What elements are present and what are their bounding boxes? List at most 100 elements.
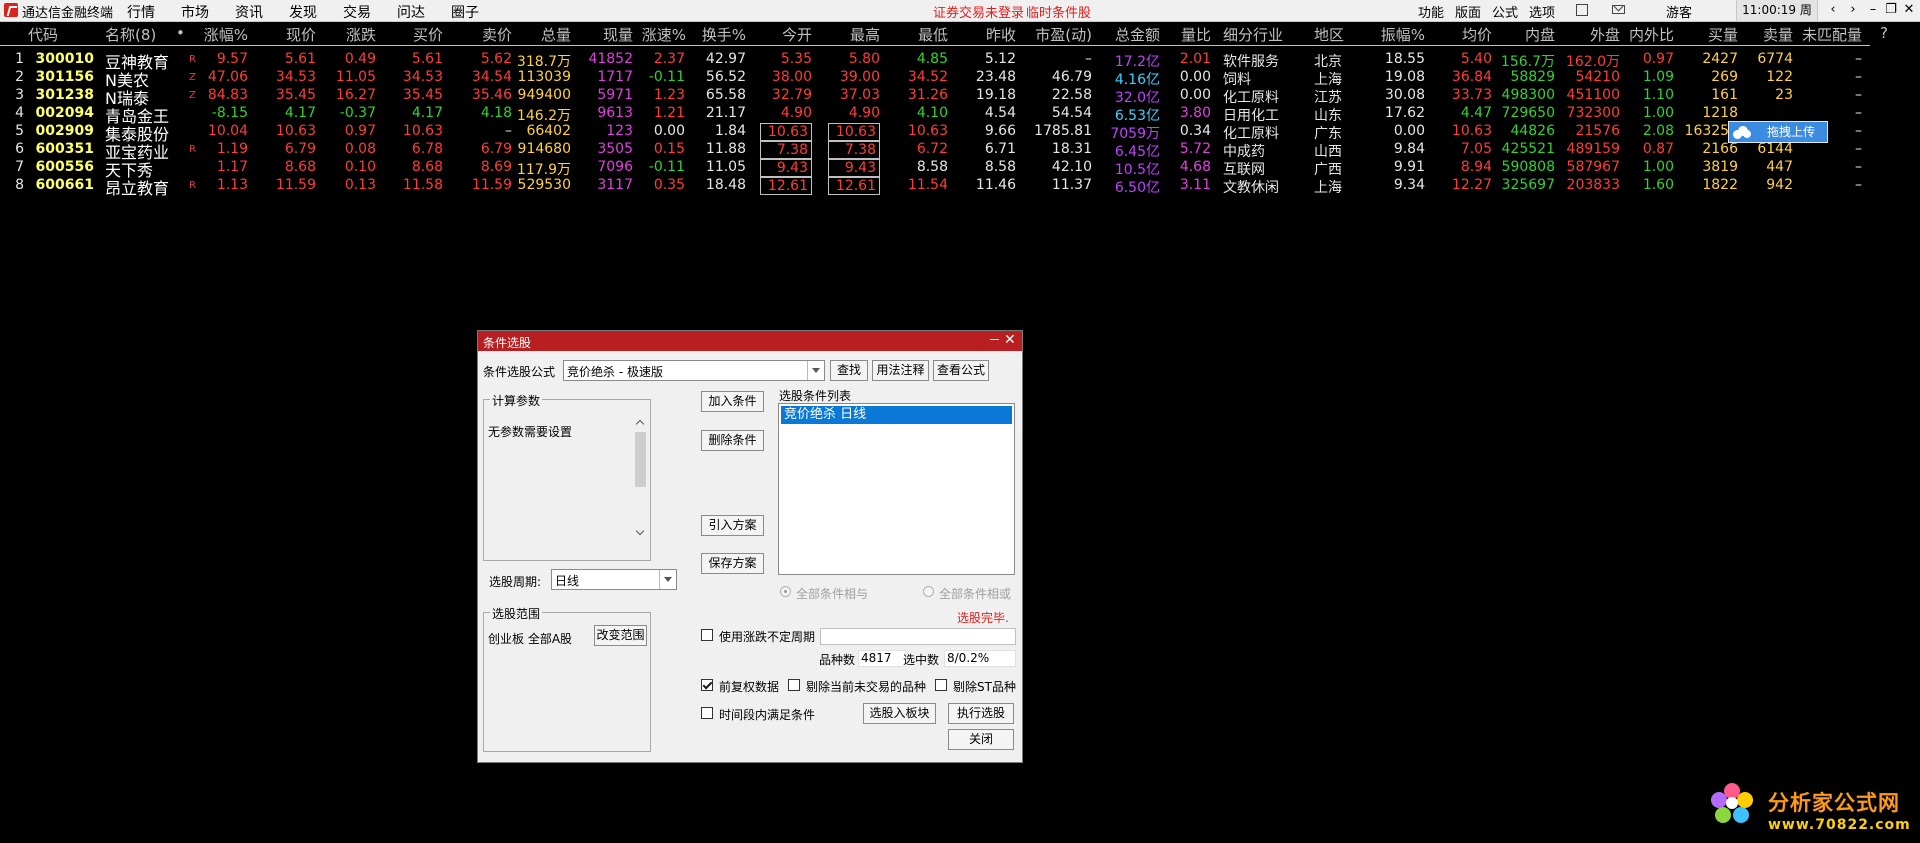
minimize-icon[interactable]: –: [1864, 1, 1882, 19]
dialog-minimize-icon[interactable]: [990, 339, 999, 340]
flower-logo-icon: [1710, 783, 1754, 827]
restore-icon[interactable]: ❐: [1882, 1, 1900, 19]
chevron-down-icon[interactable]: [807, 361, 824, 380]
column-header[interactable]: 内盘: [1490, 24, 1555, 45]
window-icon[interactable]: [1576, 4, 1588, 16]
cell-avg: 7.05: [1460, 141, 1492, 157]
user-label[interactable]: 游客: [1666, 2, 1692, 21]
scroll-down-icon[interactable]: [636, 528, 644, 536]
column-header[interactable]: 涨幅%: [190, 24, 248, 45]
column-header[interactable]: 最低: [892, 24, 948, 45]
menu-layout[interactable]: 版面: [1455, 2, 1481, 21]
exclude-untraded-checkbox[interactable]: [788, 679, 800, 691]
column-header[interactable]: 内外比: [1622, 24, 1674, 45]
column-header[interactable]: 均价: [1440, 24, 1492, 45]
column-header[interactable]: 振幅%: [1365, 24, 1425, 45]
cell-price: 6.79: [284, 141, 316, 157]
column-header[interactable]: 买量: [1680, 24, 1738, 45]
add-condition-button[interactable]: 加入条件: [701, 391, 764, 412]
column-header[interactable]: 总量: [515, 24, 571, 45]
column-header[interactable]: 卖价: [450, 24, 512, 45]
column-header[interactable]: 昨收: [960, 24, 1016, 45]
period-input[interactable]: [820, 628, 1016, 645]
to-block-button[interactable]: 选股入板块: [863, 703, 936, 724]
menu-trade[interactable]: 交易: [343, 2, 371, 22]
column-header[interactable]: 外盘: [1555, 24, 1620, 45]
column-header[interactable]: 名称(8): [105, 24, 175, 45]
column-header[interactable]: 涨跌: [320, 24, 376, 45]
column-header[interactable]: 地区: [1314, 24, 1354, 45]
time-range-checkbox[interactable]: [701, 707, 713, 719]
drag-upload-button[interactable]: 拖拽上传: [1728, 121, 1828, 143]
menu-circle[interactable]: 圈子: [451, 2, 479, 22]
column-header[interactable]: 市盈(动): [1030, 24, 1092, 45]
conditions-list[interactable]: 竞价绝杀 日线: [778, 403, 1015, 575]
formula-select[interactable]: 竞价绝杀 - 极速版: [563, 360, 825, 381]
cell-code: 600556: [35, 159, 94, 175]
menu-wenda[interactable]: 问达: [397, 2, 425, 22]
cell-prev: 11.46: [975, 177, 1016, 193]
cell-prev: 23.48: [975, 69, 1016, 85]
and-radio[interactable]: [780, 586, 791, 597]
close-icon[interactable]: ✕: [1900, 1, 1918, 19]
forward-adj-checkbox[interactable]: [701, 679, 713, 691]
menu-formula[interactable]: 公式: [1492, 2, 1518, 21]
column-header[interactable]: •: [176, 24, 186, 42]
cell-avg: 5.40: [1460, 51, 1492, 67]
menu-discover[interactable]: 发现: [289, 2, 317, 22]
column-header[interactable]: 最高: [828, 24, 880, 45]
column-header[interactable]: 今开: [760, 24, 812, 45]
menu-market[interactable]: 市场: [181, 2, 209, 22]
column-header[interactable]: 涨速%: [630, 24, 686, 45]
cell-high: 39.00: [839, 69, 880, 85]
column-header[interactable]: 买价: [385, 24, 443, 45]
save-scheme-button[interactable]: 保存方案: [701, 553, 764, 574]
menu-quotes[interactable]: 行情: [127, 2, 155, 22]
cell-turnover: 56.52: [705, 69, 746, 85]
column-header[interactable]: 换手%: [686, 24, 746, 45]
exclude-st-checkbox[interactable]: [935, 679, 947, 691]
cell-ask-vol: 122: [1766, 69, 1793, 85]
column-header[interactable]: 代码: [28, 24, 88, 45]
params-scrollbar[interactable]: [632, 415, 649, 542]
cell-volume: 914680: [517, 141, 571, 157]
login-status[interactable]: 证券交易未登录: [933, 2, 1024, 21]
execute-button[interactable]: 执行选股: [948, 703, 1014, 724]
column-header[interactable]: ?: [1880, 24, 1892, 42]
change-range-button[interactable]: 改变范围: [594, 625, 647, 646]
column-header[interactable]: 总金额: [1100, 24, 1160, 45]
cell-chg-pct: 84.83: [207, 87, 248, 103]
condition-item[interactable]: 竞价绝杀 日线: [781, 406, 1012, 424]
column-header[interactable]: 细分行业: [1223, 24, 1298, 45]
view-formula-button[interactable]: 查看公式: [933, 360, 989, 381]
table-row[interactable]: 8 600661 昂立教育 R 1.13 11.59 0.13 11.58 11.59 52953…: [0, 174, 1920, 198]
menu-options[interactable]: 选项: [1529, 2, 1555, 21]
use-period-checkbox[interactable]: [701, 629, 713, 641]
delete-condition-button[interactable]: 删除条件: [701, 430, 764, 451]
column-header[interactable]: 现价: [260, 24, 316, 45]
usage-notes-button[interactable]: 用法注释: [872, 360, 929, 381]
find-button[interactable]: 查找: [830, 360, 868, 381]
or-radio[interactable]: [923, 586, 934, 597]
column-header[interactable]: 现量: [575, 24, 633, 45]
temp-condition-label[interactable]: 临时条件股: [1026, 2, 1091, 21]
menu-news[interactable]: 资讯: [235, 2, 263, 22]
menu-function[interactable]: 功能: [1418, 2, 1444, 21]
period-select[interactable]: 日线: [551, 569, 677, 590]
mail-icon[interactable]: [1612, 5, 1625, 14]
forward-adj-label: 前复权数据: [719, 680, 780, 694]
dialog-close-icon[interactable]: ✕: [1004, 332, 1016, 348]
back-icon[interactable]: ‹: [1824, 1, 1842, 19]
column-header[interactable]: 量比: [1161, 24, 1211, 45]
cell-volume: 113039: [517, 69, 571, 85]
forward-icon[interactable]: ›: [1844, 1, 1862, 19]
chevron-down-icon[interactable]: [659, 570, 676, 589]
column-header[interactable]: 未匹配量: [1802, 24, 1874, 45]
column-header[interactable]: 卖量: [1735, 24, 1793, 45]
import-scheme-button[interactable]: 引入方案: [701, 515, 764, 536]
scroll-thumb[interactable]: [635, 432, 646, 487]
cell-cur-vol: 7096: [597, 159, 633, 175]
cell-pe: 1785.81: [1034, 123, 1092, 139]
close-button[interactable]: 关闭: [948, 729, 1014, 750]
scroll-up-icon[interactable]: [636, 418, 644, 426]
